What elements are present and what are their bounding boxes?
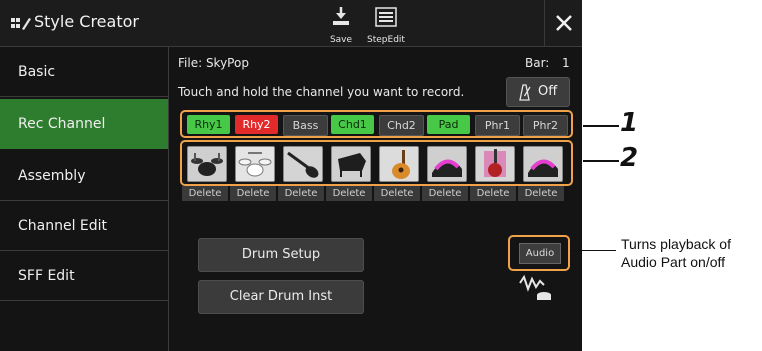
clear-drum-inst-button[interactable]: Clear Drum Inst bbox=[198, 280, 364, 314]
channel-button-row: Rhy1 Rhy2 Bass Chd1 Chd2 Pad Phr1 Phr2 bbox=[180, 110, 573, 138]
delete-button[interactable]: Delete bbox=[326, 186, 372, 201]
delete-button[interactable]: Delete bbox=[470, 186, 516, 201]
bar-value: 1 bbox=[562, 56, 570, 70]
drum-kit-icon[interactable] bbox=[187, 146, 227, 182]
delete-button[interactable]: Delete bbox=[374, 186, 420, 201]
callout-line-audio bbox=[570, 250, 616, 251]
audio-annotation: Turns playback of Audio Part on/off bbox=[621, 235, 731, 271]
channel-button-rhy1[interactable]: Rhy1 bbox=[187, 115, 230, 134]
delete-button[interactable]: Delete bbox=[278, 186, 324, 201]
drum-kit-icon[interactable] bbox=[235, 146, 275, 182]
sidebar-item-channel-edit[interactable]: Channel Edit bbox=[0, 201, 168, 251]
delete-button[interactable]: Delete bbox=[518, 186, 564, 201]
sidebar-item-rec-channel[interactable]: Rec Channel bbox=[0, 99, 168, 149]
delete-button[interactable]: Delete bbox=[182, 186, 228, 201]
electric-guitar-icon[interactable] bbox=[475, 146, 515, 182]
close-button[interactable] bbox=[544, 0, 582, 46]
metronome-icon bbox=[519, 84, 531, 101]
main-panel: File: SkyPop Bar: 1 Touch and hold the c… bbox=[170, 47, 582, 351]
channel-button-bass[interactable]: Bass bbox=[283, 115, 328, 136]
acoustic-guitar-icon[interactable] bbox=[379, 146, 419, 182]
close-icon bbox=[556, 15, 572, 31]
callout-line-1 bbox=[583, 125, 619, 127]
delete-button[interactable]: Delete bbox=[422, 186, 468, 201]
sidebar-divider bbox=[168, 47, 169, 351]
waveform-icon bbox=[519, 274, 551, 300]
title-bar: Style Creator Save StepEdit bbox=[0, 0, 582, 47]
callout-line-2 bbox=[583, 160, 619, 162]
channel-button-phr2[interactable]: Phr2 bbox=[523, 115, 568, 136]
channel-button-chd2[interactable]: Chd2 bbox=[379, 115, 424, 136]
annotation-line-2: Audio Part on/off bbox=[621, 254, 726, 270]
stepedit-label: StepEdit bbox=[367, 35, 405, 45]
style-creator-screen: Style Creator Save StepEdit Basic Rec Ch… bbox=[0, 0, 582, 351]
callout-number-2: 2 bbox=[620, 143, 639, 173]
file-name-label: File: SkyPop bbox=[178, 56, 249, 70]
annotation-line-1: Turns playback of bbox=[621, 236, 731, 252]
channel-button-pad[interactable]: Pad bbox=[427, 115, 470, 134]
sidebar: Basic Rec Channel Assembly Channel Edit … bbox=[0, 47, 168, 351]
channel-button-rhy2[interactable]: Rhy2 bbox=[235, 115, 278, 134]
sidebar-item-assembly[interactable]: Assembly bbox=[0, 151, 168, 201]
metronome-label: Off bbox=[538, 84, 558, 99]
stepedit-button[interactable]: StepEdit bbox=[362, 5, 410, 45]
electric-bass-icon[interactable] bbox=[283, 146, 323, 182]
delete-button[interactable]: Delete bbox=[230, 186, 276, 201]
drum-setup-button[interactable]: Drum Setup bbox=[198, 238, 364, 272]
callout-number-1: 1 bbox=[620, 108, 639, 138]
save-label: Save bbox=[329, 35, 353, 45]
metronome-button[interactable]: Off bbox=[506, 77, 570, 107]
sidebar-item-basic[interactable]: Basic bbox=[0, 47, 168, 97]
style-creator-icon bbox=[11, 15, 31, 34]
bar-label: Bar: bbox=[525, 56, 550, 70]
audio-highlight: Audio bbox=[508, 235, 570, 271]
synth-pad-icon[interactable] bbox=[427, 146, 467, 182]
channel-button-chd1[interactable]: Chd1 bbox=[331, 115, 374, 134]
instrument-icon-row bbox=[180, 140, 573, 186]
sidebar-item-sff-edit[interactable]: SFF Edit bbox=[0, 251, 168, 301]
grand-piano-icon[interactable] bbox=[331, 146, 371, 182]
page-title: Style Creator bbox=[34, 12, 139, 31]
save-button[interactable]: Save bbox=[319, 5, 363, 45]
save-icon bbox=[333, 7, 349, 25]
synth-pad-icon[interactable] bbox=[523, 146, 563, 182]
instruction-text: Touch and hold the channel you want to r… bbox=[178, 85, 465, 99]
delete-button-row: Delete Delete Delete Delete Delete Delet… bbox=[182, 186, 571, 202]
channel-button-phr1[interactable]: Phr1 bbox=[475, 115, 520, 136]
audio-button[interactable]: Audio bbox=[519, 243, 561, 264]
list-icon bbox=[375, 7, 397, 27]
audio-settings-button[interactable] bbox=[518, 273, 554, 303]
